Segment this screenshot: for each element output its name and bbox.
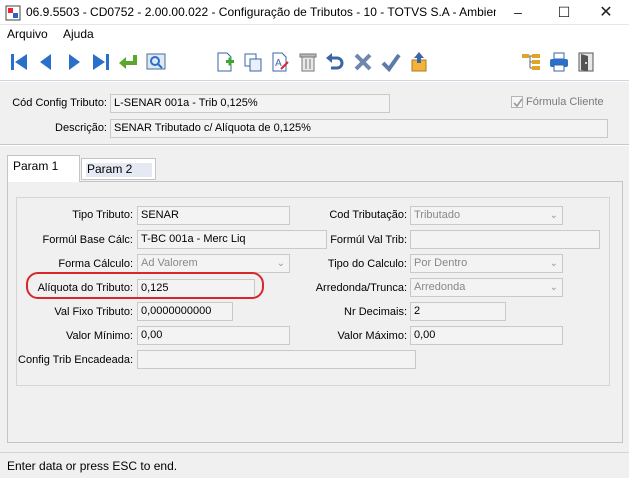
maximize-button[interactable]: ☐ [541,0,587,25]
valor-maximo-label: Valor Máximo: [337,330,407,342]
val-fixo-label: Val Fixo Tributo: [54,306,133,318]
undo-icon[interactable] [324,51,346,73]
edit-record-icon[interactable]: A [269,51,291,73]
tipo-calculo-label: Tipo do Calculo: [327,258,407,270]
status-text: Enter data or press ESC to end. [7,459,178,473]
menu-bar: Arquivo Ajuda [0,25,629,43]
app-icon [5,5,21,21]
checkmark-icon [513,98,523,108]
svg-text:A: A [275,58,282,69]
tabs-area: Param 2 Param 1 [0,146,629,452]
forma-calculo-value: Ad Valorem [141,257,198,269]
last-record-icon[interactable] [90,51,112,73]
return-icon[interactable] [117,51,139,73]
search-icon[interactable] [145,51,167,73]
tipo-calculo-value: Por Dentro [414,257,468,269]
status-bar: Enter data or press ESC to end. [0,452,629,478]
next-record-icon[interactable] [63,51,85,73]
aliquota-highlight-circle [26,272,264,299]
previous-record-icon[interactable] [35,51,57,73]
chevron-down-icon: ⌄ [276,258,285,269]
forma-calculo-select[interactable]: Ad Valorem ⌄ [137,254,290,273]
close-button[interactable]: ✕ [583,0,629,25]
tipo-tributo-label: Tipo Tributo: [72,209,133,221]
arredonda-select[interactable]: Arredonda ⌄ [410,278,563,297]
config-trib-field[interactable] [137,350,416,369]
delete-record-icon[interactable] [297,51,319,73]
valor-minimo-field[interactable]: 0,00 [137,326,290,345]
formula-cliente-label: Fórmula Cliente [526,96,604,108]
chevron-down-icon: ⌄ [549,258,558,269]
arredonda-label: Arredonda/Trunca: [315,282,407,294]
formul-base-calc-field[interactable]: T-BC 001a - Merc Liq [137,230,327,249]
descricao-field[interactable]: SENAR Tributado c/ Alíquota de 0,125% [110,119,608,138]
descricao-label: Descrição: [55,122,107,134]
first-record-icon[interactable] [8,51,30,73]
valor-minimo-label: Valor Mínimo: [65,330,133,342]
nr-decimais-field[interactable]: 2 [410,302,506,321]
val-fixo-field[interactable]: 0,0000000000 [137,302,233,321]
tipo-tributo-field[interactable]: SENAR [137,206,290,225]
cod-tributacao-value: Tributado [414,209,461,221]
formul-val-trib-field[interactable] [410,230,600,249]
tipo-calculo-select[interactable]: Por Dentro ⌄ [410,254,563,273]
exit-icon[interactable] [575,51,597,73]
cod-config-field[interactable]: L-SENAR 001a - Trib 0,125% [110,94,390,113]
header-panel: Cód Config Tributo: L-SENAR 001a - Trib … [0,82,629,145]
formula-cliente-checkbox[interactable] [511,96,523,108]
minimize-button[interactable]: – [495,0,541,25]
cod-config-label: Cód Config Tributo: [12,97,107,109]
cod-tributacao-label: Cod Tributação: [329,209,407,221]
formul-val-trib-label: Formúl Val Trib: [330,234,407,246]
cancel-icon[interactable] [352,51,374,73]
tab-param-2-label: Param 2 [87,162,133,176]
menu-arquivo[interactable]: Arquivo [7,27,48,41]
new-record-icon[interactable] [214,51,236,73]
window-title: 06.9.5503 - CD0752 - 2.00.00.022 - Confi… [26,5,496,19]
title-bar: 06.9.5503 - CD0752 - 2.00.00.022 - Confi… [0,0,629,25]
nr-decimais-label: Nr Decimais: [344,306,407,318]
copy-record-icon[interactable] [242,51,264,73]
tab-param-2[interactable]: Param 2 [81,158,156,180]
toolbar: A [0,43,629,81]
print-icon[interactable] [548,51,570,73]
menu-ajuda[interactable]: Ajuda [63,27,94,41]
export-icon[interactable] [407,51,429,73]
tab-param-1[interactable]: Param 1 [7,155,80,182]
valor-maximo-field[interactable]: 0,00 [410,326,563,345]
chevron-down-icon: ⌄ [549,210,558,221]
chevron-down-icon: ⌄ [549,282,558,293]
cod-tributacao-select[interactable]: Tributado ⌄ [410,206,563,225]
arredonda-value: Arredonda [414,281,466,293]
forma-calculo-label: Forma Cálculo: [58,258,133,270]
formul-base-calc-label: Formúl Base Cálc: [42,234,133,246]
tree-icon[interactable] [520,51,542,73]
confirm-icon[interactable] [380,51,402,73]
tab-param-1-label: Param 1 [13,159,59,173]
config-trib-label: Config Trib Encadeada: [18,354,133,366]
